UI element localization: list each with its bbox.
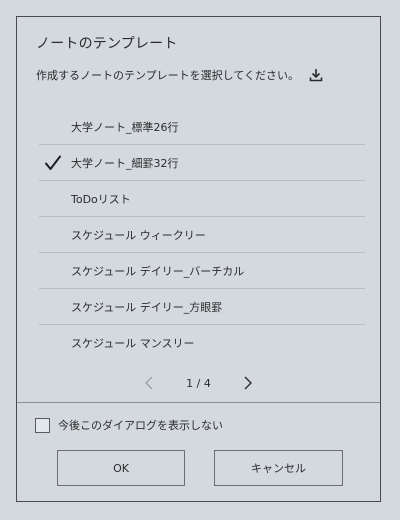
template-label: ToDoリスト [71, 192, 131, 206]
template-label: 大学ノート_標準26行 [71, 120, 179, 134]
template-item[interactable]: ToDoリスト [39, 181, 365, 217]
ok-button[interactable]: OK [57, 450, 185, 486]
checkmark-icon [44, 154, 62, 172]
template-label: スケジュール デイリー_バーチカル [71, 264, 245, 278]
dont-show-label: 今後このダイアログを表示しない [58, 419, 223, 432]
download-icon[interactable] [309, 68, 323, 82]
template-item-selected[interactable]: 大学ノート_細罫32行 [39, 145, 365, 181]
chevron-right-icon[interactable] [241, 376, 255, 390]
template-label: 大学ノート_細罫32行 [71, 156, 179, 170]
dialog-title: ノートのテンプレート [36, 36, 178, 52]
template-label: スケジュール マンスリー [71, 337, 195, 350]
instruction-text: 作成するノートのテンプレートを選択してください。 [36, 69, 300, 82]
chevron-left-icon[interactable] [142, 376, 156, 390]
template-label: スケジュール デイリー_方眼罫 [71, 300, 223, 314]
instruction-row: 作成するノートのテンプレートを選択してください。 [36, 67, 323, 83]
page-indicator: 1 / 4 [186, 376, 211, 390]
pagination: 1 / 4 [17, 373, 380, 393]
dont-show-checkbox[interactable] [35, 417, 50, 433]
template-item[interactable]: スケジュール マンスリー [39, 325, 365, 361]
cancel-button[interactable]: キャンセル [214, 450, 343, 486]
template-label: スケジュール ウィークリー [71, 228, 206, 242]
dont-show-row: 今後このダイアログを表示しない [35, 417, 223, 433]
template-item[interactable]: スケジュール デイリー_バーチカル [39, 253, 365, 289]
template-item[interactable]: 大学ノート_標準26行 [39, 109, 365, 145]
template-item[interactable]: スケジュール デイリー_方眼罫 [39, 289, 365, 325]
divider [17, 402, 380, 403]
template-dialog: ノートのテンプレート 作成するノートのテンプレートを選択してください。 大学ノー… [16, 16, 381, 502]
template-list: 大学ノート_標準26行 大学ノート_細罫32行 ToDoリスト スケジュール ウ… [39, 109, 365, 361]
template-item[interactable]: スケジュール ウィークリー [39, 217, 365, 253]
